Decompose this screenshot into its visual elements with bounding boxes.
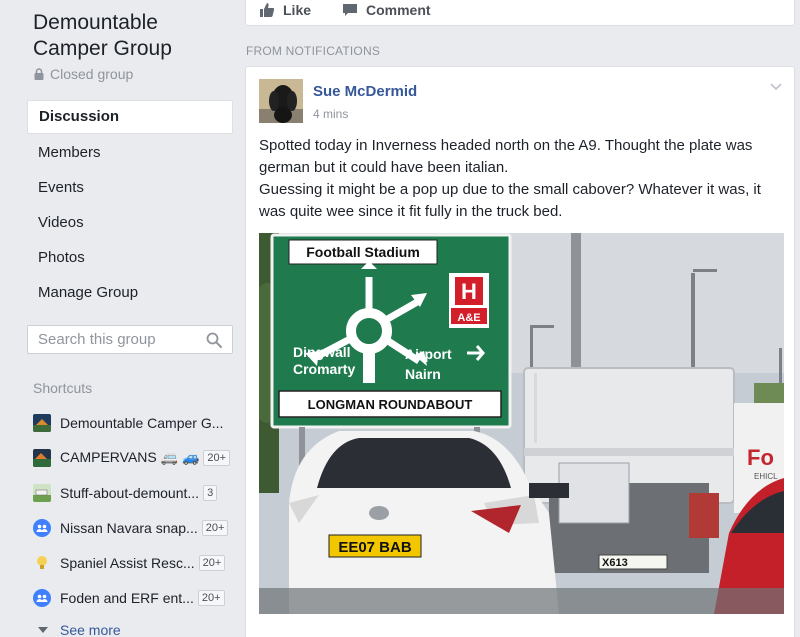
shortcut-item[interactable]: Nissan Navara snap... 20+ — [33, 510, 233, 545]
sign-ae-text: A&E — [457, 312, 480, 324]
nav-item-videos[interactable]: Videos — [27, 205, 233, 240]
shortcut-label: Demountable Camper G... — [60, 414, 224, 431]
trailer-brand-text: Fo — [747, 445, 774, 470]
notification-count-badge: 3 — [203, 484, 218, 501]
see-more-link[interactable]: See more — [33, 615, 233, 637]
shortcut-label: Nissan Navara snap... — [60, 519, 198, 536]
group-people-icon — [33, 518, 51, 537]
post-timestamp[interactable]: 4 mins — [313, 107, 348, 121]
lightbulb-icon — [37, 555, 47, 569]
previous-post-actions: Like Comment — [245, 0, 795, 26]
like-label: Like — [283, 2, 312, 18]
notification-count-badge: 20+ — [197, 589, 225, 606]
sign-top-text: Football Stadium — [306, 244, 420, 260]
group-people-icon — [33, 588, 51, 607]
post-text-line: Spotted today in Inverness headed north … — [259, 137, 753, 176]
notification-count-badge: 20+ — [203, 449, 231, 466]
dog-avatar-icon — [259, 79, 303, 123]
see-more-label: See more — [60, 622, 121, 637]
post-photo[interactable]: Football Stadium H A&E Dingwall Cromarty… — [259, 233, 784, 614]
post-body: Spotted today in Inverness headed north … — [259, 135, 784, 223]
sign-left-text: Cromarty — [293, 361, 355, 377]
sign-bottom-text: LONGMAN ROUNDABOUT — [308, 397, 473, 412]
shortcut-item[interactable]: CAMPERVANS 🚐 🚙 20+ — [33, 440, 233, 475]
sign-hospital-text: H — [461, 279, 477, 304]
comment-button[interactable]: Comment — [342, 2, 431, 18]
section-heading: FROM NOTIFICATIONS — [246, 44, 381, 58]
comment-icon — [343, 4, 357, 16]
notification-count-badge: 20+ — [201, 519, 229, 536]
post-author-link[interactable]: Sue McDermid — [313, 83, 417, 100]
group-nav: Discussion Members Events Videos Photos … — [27, 100, 233, 310]
shortcut-label: Foden and ERF ent... — [60, 589, 194, 606]
group-post: Sue McDermid 4 mins Spotted today in Inv… — [245, 66, 795, 637]
shortcuts-heading: Shortcuts — [33, 380, 93, 396]
nav-item-discussion[interactable]: Discussion — [27, 100, 233, 134]
avatar[interactable] — [259, 79, 303, 123]
shortcut-item[interactable]: Foden and ERF ent... 20+ — [33, 580, 233, 615]
post-text-line: Guessing it might be a pop up due to the… — [259, 181, 761, 220]
shortcuts-list: Demountable Camper G... CAMPERVANS 🚐 🚙 2… — [33, 405, 233, 637]
shortcut-label: Spaniel Assist Resc... — [60, 554, 195, 571]
caret-down-icon — [38, 627, 48, 633]
trailer-brand-sub-text: EHICL — [754, 472, 778, 481]
nav-item-members[interactable]: Members — [27, 135, 233, 170]
group-thumbnail-icon — [33, 413, 51, 432]
car-plate-text: EE07 BAB — [338, 539, 412, 556]
sign-left-text: Dingwall — [293, 344, 351, 360]
like-button[interactable]: Like — [259, 2, 311, 18]
group-thumbnail-icon — [33, 483, 51, 502]
notification-count-badge: 20+ — [198, 554, 226, 571]
group-privacy-label: Closed group — [50, 66, 134, 82]
truck-plate-text: X613 — [602, 557, 628, 569]
shortcut-item[interactable]: Spaniel Assist Resc... 20+ — [33, 545, 233, 580]
shortcut-item[interactable]: Stuff-about-demount... 3 — [33, 475, 233, 510]
group-sidebar: Demountable Camper Group Closed group Di… — [0, 0, 245, 637]
lock-icon — [34, 68, 44, 80]
chevron-down-icon[interactable] — [770, 83, 782, 91]
sign-right-text: Nairn — [405, 366, 441, 382]
nav-item-manage-group[interactable]: Manage Group — [27, 275, 233, 310]
search-icon[interactable] — [206, 332, 222, 348]
group-search — [27, 325, 233, 354]
group-title[interactable]: Demountable Camper Group — [33, 10, 238, 62]
photo-road-sign-and-truck: Football Stadium H A&E Dingwall Cromarty… — [259, 233, 784, 614]
sign-right-text: Airport — [405, 346, 452, 362]
nav-item-events[interactable]: Events — [27, 170, 233, 205]
comment-label: Comment — [366, 2, 431, 18]
group-thumbnail-icon — [33, 448, 51, 467]
search-input[interactable] — [28, 331, 198, 348]
group-privacy: Closed group — [34, 66, 133, 82]
thumbs-up-icon — [260, 3, 275, 17]
shortcut-label: CAMPERVANS 🚐 🚙 — [60, 449, 200, 465]
shortcut-label: Stuff-about-demount... — [60, 484, 200, 501]
shortcut-item[interactable]: Demountable Camper G... — [33, 405, 233, 440]
nav-item-photos[interactable]: Photos — [27, 240, 233, 275]
